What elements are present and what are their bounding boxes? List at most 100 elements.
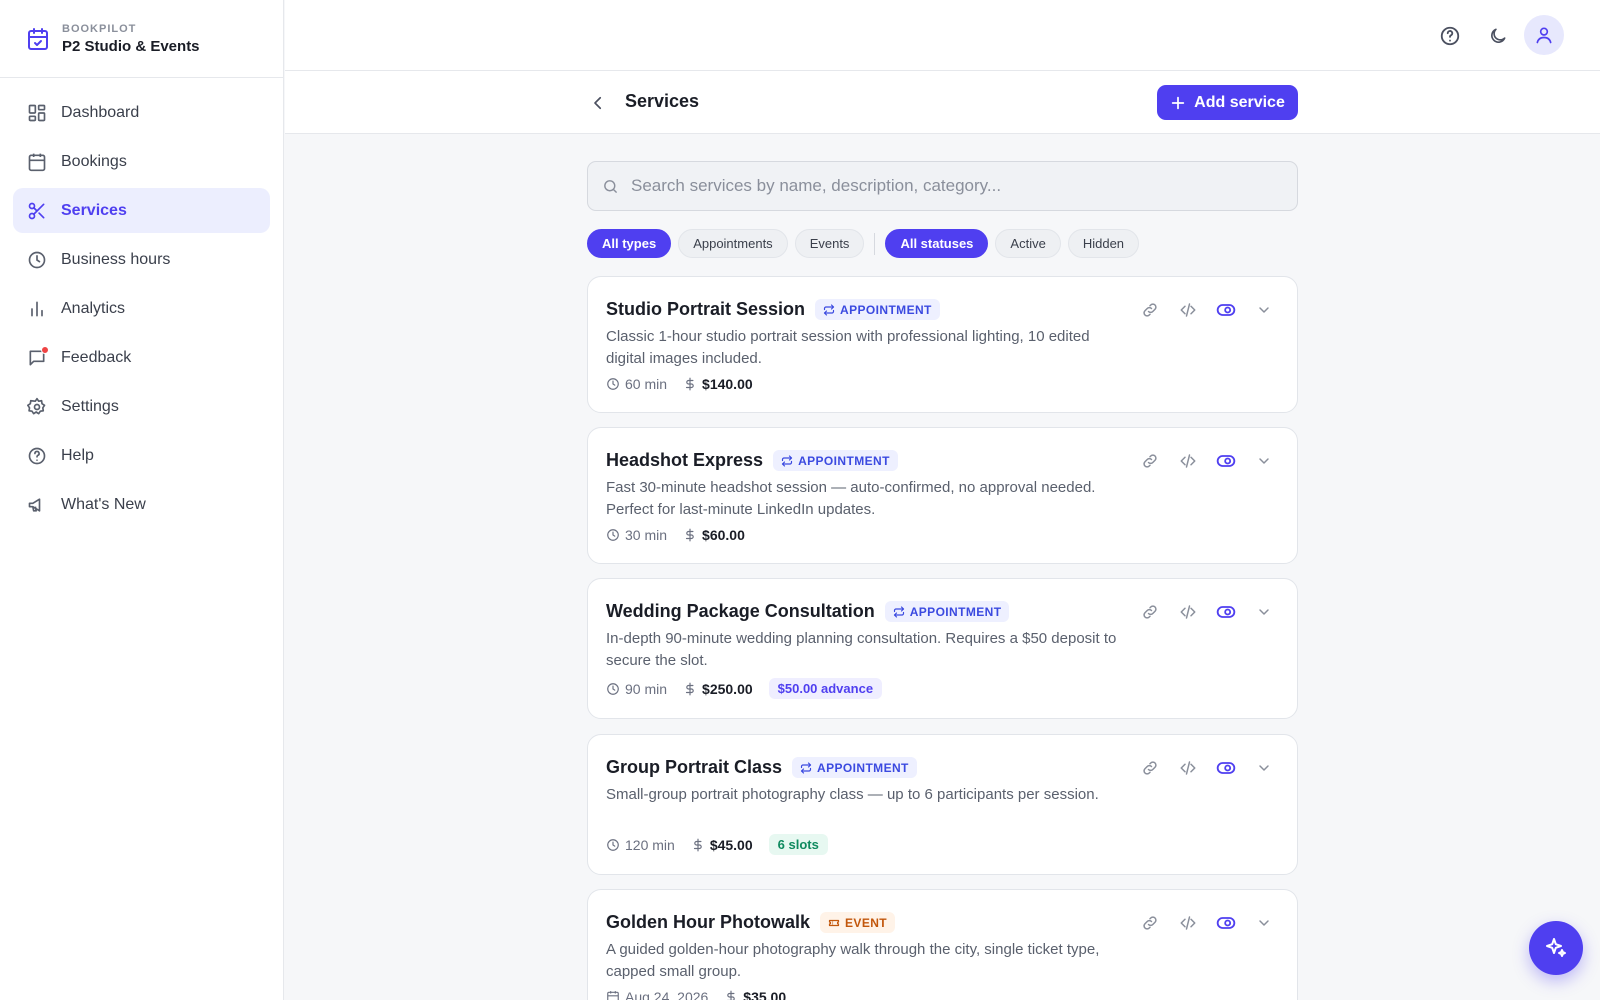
filter-appointments[interactable]: Appointments (678, 229, 788, 258)
service-price: $60.00 (702, 527, 745, 543)
add-service-label: Add service (1194, 93, 1285, 111)
sidebar-item-dashboard[interactable]: Dashboard (13, 90, 270, 135)
code-icon[interactable] (1177, 601, 1199, 623)
event-date: Aug 24, 2026 (625, 989, 709, 1000)
sparkles-icon (1544, 936, 1568, 960)
sidebar-item-settings[interactable]: Settings (13, 384, 270, 429)
sidebar-item-label: Business hours (61, 250, 171, 268)
ai-assistant-button[interactable] (1529, 921, 1583, 975)
sidebar-nav: Dashboard Bookings Services Business hou… (0, 78, 283, 543)
sidebar-item-label: Feedback (61, 348, 132, 366)
chevron-down-icon[interactable] (1253, 757, 1275, 779)
service-duration: 90 min (625, 680, 668, 697)
type-badge: EVENT (820, 912, 896, 933)
plus-icon (1170, 95, 1186, 111)
sidebar-item-label: Services (61, 201, 127, 219)
chevron-left-icon (589, 94, 607, 112)
add-service-button[interactable]: Add service (1157, 85, 1298, 120)
filter-all-types[interactable]: All types (587, 229, 672, 258)
visibility-toggle-icon[interactable] (1215, 757, 1237, 779)
repeat-icon (893, 605, 905, 618)
brand[interactable]: BOOKPILOT P2 Studio & Events (0, 0, 283, 78)
sidebar: BOOKPILOT P2 Studio & Events Dashboard B… (0, 0, 284, 1000)
type-badge-label: EVENT (845, 915, 888, 930)
clock-icon (606, 682, 620, 696)
search-box (587, 161, 1298, 211)
advance-payment-badge: $50.00 advance (768, 678, 883, 699)
service-card[interactable]: Studio Portrait Session APPOINTMENT Clas… (587, 276, 1298, 413)
scissors-icon (27, 201, 47, 221)
code-icon[interactable] (1177, 912, 1199, 934)
page-header: Services Add service (285, 71, 1600, 134)
link-icon[interactable] (1139, 757, 1161, 779)
sidebar-item-label: What's New (61, 495, 146, 513)
repeat-icon (781, 454, 793, 467)
sidebar-item-analytics[interactable]: Analytics (13, 286, 270, 331)
service-card[interactable]: Headshot Express APPOINTMENT Fast 30-min… (587, 427, 1298, 564)
service-price: $250.00 (702, 680, 753, 697)
dollar-icon (683, 528, 697, 542)
chevron-down-icon[interactable] (1253, 912, 1275, 934)
filter-all-statuses[interactable]: All statuses (885, 229, 989, 258)
filter-hidden[interactable]: Hidden (1067, 229, 1140, 258)
visibility-toggle-icon[interactable] (1215, 299, 1237, 321)
link-icon[interactable] (1139, 450, 1161, 472)
dollar-icon (683, 377, 697, 391)
link-icon[interactable] (1139, 601, 1161, 623)
chevron-down-icon[interactable] (1253, 450, 1275, 472)
user-icon (1534, 25, 1554, 45)
code-icon[interactable] (1177, 450, 1199, 472)
visibility-toggle-icon[interactable] (1215, 912, 1237, 934)
service-title: Group Portrait Class (606, 757, 783, 777)
chevron-down-icon[interactable] (1253, 299, 1275, 321)
sidebar-item-help[interactable]: Help (13, 433, 270, 478)
moon-icon[interactable] (1481, 19, 1515, 53)
code-icon[interactable] (1177, 757, 1199, 779)
message-icon (27, 345, 49, 368)
link-icon[interactable] (1139, 299, 1161, 321)
type-badge: APPOINTMENT (815, 299, 940, 320)
sidebar-item-feedback[interactable]: Feedback (13, 335, 270, 380)
service-title: Wedding Package Consultation (606, 601, 875, 621)
topbar (285, 0, 1600, 71)
sidebar-item-label: Help (61, 446, 94, 464)
filter-active[interactable]: Active (995, 229, 1061, 258)
sidebar-item-business-hours[interactable]: Business hours (13, 237, 270, 282)
ticket-icon (828, 917, 840, 929)
dashboard-icon (27, 103, 47, 123)
service-title: Studio Portrait Session (606, 299, 806, 319)
dollar-icon (724, 990, 738, 1000)
sidebar-item-whats-new[interactable]: What's New (13, 482, 270, 527)
clock-icon (27, 250, 47, 270)
service-meta: 120 min $45.00 6 slots (606, 834, 828, 855)
back-button[interactable] (586, 91, 610, 115)
repeat-icon (800, 761, 812, 774)
sidebar-item-bookings[interactable]: Bookings (13, 139, 270, 184)
help-icon[interactable] (1433, 19, 1467, 53)
service-card[interactable]: Group Portrait Class APPOINTMENT Small-g… (587, 734, 1298, 875)
service-description: A guided golden-hour photography walk th… (606, 941, 1100, 980)
link-icon[interactable] (1139, 912, 1161, 934)
clock-icon (606, 377, 620, 391)
dollar-icon (683, 682, 697, 696)
service-price: $45.00 (709, 836, 753, 853)
calendar-icon (27, 152, 47, 172)
service-card[interactable]: Golden Hour Photowalk EVENT A guided gol… (587, 889, 1298, 1000)
sidebar-item-services[interactable]: Services (13, 188, 270, 233)
visibility-toggle-icon[interactable] (1215, 450, 1237, 472)
repeat-icon (823, 303, 835, 316)
chevron-down-icon[interactable] (1253, 601, 1275, 623)
search-input[interactable] (631, 176, 1271, 196)
calendar-check-icon (26, 27, 50, 51)
notification-dot (41, 345, 49, 354)
gear-icon (27, 397, 47, 417)
code-icon[interactable] (1177, 299, 1199, 321)
brand-kicker: BOOKPILOT (62, 22, 137, 35)
filter-events[interactable]: Events (794, 229, 865, 258)
service-description: Classic 1-hour studio portrait session w… (606, 328, 1090, 367)
user-avatar[interactable] (1524, 15, 1564, 55)
visibility-toggle-icon[interactable] (1215, 601, 1237, 623)
service-card[interactable]: Wedding Package Consultation APPOINTMENT… (587, 578, 1298, 719)
page-title: Services (625, 91, 700, 111)
filter-bar: All types Appointments Events All status… (587, 229, 1140, 258)
